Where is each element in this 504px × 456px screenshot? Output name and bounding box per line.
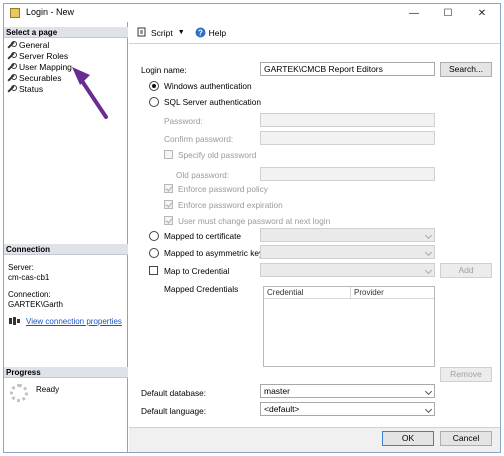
select-page-header: Select a page xyxy=(4,27,128,38)
connection-properties-icon xyxy=(9,317,20,325)
wrench-icon xyxy=(6,62,17,72)
svg-text:?: ? xyxy=(198,29,203,38)
login-name-input[interactable]: GARTEK\CMCB Report Editors xyxy=(260,62,435,76)
search-button[interactable]: Search... xyxy=(440,62,492,77)
password-input[interactable] xyxy=(260,113,435,127)
server-label: Server: xyxy=(8,263,34,272)
script-icon xyxy=(137,27,146,37)
sql-auth-radio[interactable] xyxy=(149,97,159,107)
chevron-down-icon xyxy=(424,387,433,396)
view-connection-properties[interactable]: View connection properties xyxy=(8,316,122,326)
script-button[interactable]: Script ▼ xyxy=(136,27,185,38)
page-item-label: General xyxy=(19,40,50,50)
maximize-button[interactable]: ☐ xyxy=(431,4,465,22)
page-item-user-mapping[interactable]: User Mapping xyxy=(6,62,72,72)
windows-auth-label: Windows authentication xyxy=(164,81,252,91)
help-icon: ? xyxy=(195,27,206,38)
progress-header: Progress xyxy=(4,367,128,378)
mapped-asym-key-label: Mapped to asymmetric key xyxy=(164,248,264,258)
view-connection-properties-link[interactable]: View connection properties xyxy=(26,317,122,326)
mapped-asym-key-radio[interactable] xyxy=(149,248,159,258)
enforce-policy-label: Enforce password policy xyxy=(178,184,268,194)
chevron-down-icon: ▼ xyxy=(177,29,185,36)
wrench-icon xyxy=(6,51,17,61)
connection-label: Connection: xyxy=(8,290,51,299)
chevron-down-icon xyxy=(424,405,433,414)
help-button[interactable]: ? Help xyxy=(195,27,226,38)
ok-button[interactable]: OK xyxy=(382,431,434,446)
mapped-certificate-radio[interactable] xyxy=(149,231,159,241)
page-item-general[interactable]: General xyxy=(6,40,49,50)
page-item-status[interactable]: Status xyxy=(6,84,43,94)
old-password-label: Old password: xyxy=(176,170,230,180)
remove-button[interactable]: Remove xyxy=(440,367,492,382)
confirm-password-label: Confirm password: xyxy=(164,134,234,144)
confirm-password-input[interactable] xyxy=(260,131,435,145)
window-title: Login - New xyxy=(26,7,75,17)
default-database-value: master xyxy=(264,386,290,396)
page-item-securables[interactable]: Securables xyxy=(6,73,62,83)
map-credential-label: Map to Credential xyxy=(164,266,230,276)
add-button[interactable]: Add xyxy=(440,263,492,278)
sql-auth-label: SQL Server authentication xyxy=(164,97,262,107)
page-item-server-roles[interactable]: Server Roles xyxy=(6,51,68,61)
enforce-policy-checkbox[interactable] xyxy=(164,184,173,193)
login-name-label: Login name: xyxy=(141,65,187,75)
title-bar[interactable]: Login - New — ☐ ✕ xyxy=(4,4,500,22)
progress-spinner-icon xyxy=(10,384,28,402)
wrench-icon xyxy=(6,84,17,94)
enforce-expiration-label: Enforce password expiration xyxy=(178,200,283,210)
left-pane: Select a page General Server Roles User … xyxy=(4,22,128,452)
server-value: cm-cas-cb1 xyxy=(8,273,50,282)
chevron-down-icon xyxy=(424,248,433,257)
page-item-label: Status xyxy=(19,84,44,94)
default-database-label: Default database: xyxy=(141,388,207,398)
password-label: Password: xyxy=(164,116,203,126)
old-password-input[interactable] xyxy=(260,167,435,181)
default-language-label: Default language: xyxy=(141,406,207,416)
windows-auth-radio[interactable] xyxy=(149,81,159,91)
app-icon xyxy=(10,8,20,18)
asym-key-select[interactable] xyxy=(260,245,435,259)
default-language-value: <default> xyxy=(264,404,300,414)
help-label: Help xyxy=(208,27,227,38)
enforce-expiration-checkbox[interactable] xyxy=(164,200,173,209)
toolbar: Script ▼ ? Help xyxy=(129,22,500,44)
page-item-label: Securables xyxy=(19,73,62,83)
wrench-icon xyxy=(6,40,17,50)
map-credential-checkbox[interactable] xyxy=(149,266,158,275)
close-button[interactable]: ✕ xyxy=(465,4,499,22)
specify-old-password-checkbox[interactable] xyxy=(164,150,173,159)
mapped-credentials-grid[interactable]: Credential Provider xyxy=(263,286,435,367)
minimize-button[interactable]: — xyxy=(397,4,431,22)
grid-column-provider[interactable]: Provider xyxy=(351,287,434,299)
login-dialog: Login - New — ☐ ✕ Select a page General … xyxy=(3,3,501,453)
must-change-label: User must change password at next login xyxy=(178,216,331,226)
credential-select[interactable] xyxy=(260,263,435,277)
progress-status: Ready xyxy=(36,385,60,394)
chevron-down-icon xyxy=(424,266,433,275)
mapped-certificate-label: Mapped to certificate xyxy=(164,231,242,241)
certificate-select[interactable] xyxy=(260,228,435,242)
page-item-label: Server Roles xyxy=(19,51,69,61)
default-database-select[interactable]: master xyxy=(260,384,435,398)
must-change-checkbox[interactable] xyxy=(164,216,173,225)
chevron-down-icon xyxy=(424,231,433,240)
mapped-credentials-label: Mapped Credentials xyxy=(164,284,239,294)
script-label: Script xyxy=(151,27,173,38)
connection-header: Connection xyxy=(4,244,128,255)
default-language-select[interactable]: <default> xyxy=(260,402,435,416)
grid-column-credential[interactable]: Credential xyxy=(264,287,351,299)
specify-old-password-label: Specify old password xyxy=(178,150,257,160)
connection-value: GARTEK\Garth xyxy=(8,300,63,309)
page-item-label: User Mapping xyxy=(19,62,72,72)
cancel-button[interactable]: Cancel xyxy=(440,431,492,446)
wrench-icon xyxy=(6,73,17,83)
